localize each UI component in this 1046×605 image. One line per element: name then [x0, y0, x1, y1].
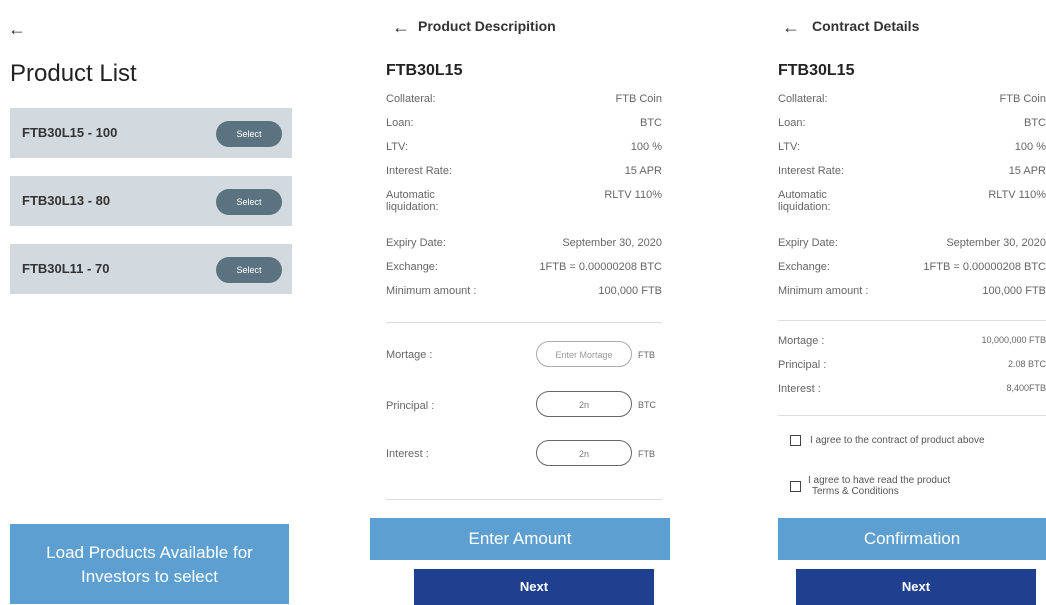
- detail-label: Minimum amount :: [778, 285, 869, 297]
- divider: [386, 322, 662, 323]
- agree-terms-line1: I agree to have read the product: [808, 475, 951, 486]
- detail-label: Collateral:: [386, 93, 436, 105]
- detail-label: Minimum amount :: [386, 285, 477, 297]
- summary-value: 8,400FTB: [1006, 383, 1046, 393]
- mortage-input[interactable]: Enter Mortage: [536, 341, 632, 367]
- product-description-screen: ← Product Descripition FTB30L15 Collater…: [370, 0, 670, 605]
- detail-label: Automatic liquidation:: [778, 189, 831, 213]
- product-row-ftb30l15: FTB30L15 - 100 Select: [10, 108, 292, 158]
- detail-label: Expiry Date:: [778, 237, 838, 249]
- detail-label: Loan:: [778, 117, 806, 129]
- summary-label: Mortage :: [778, 335, 825, 347]
- product-row-ftb30l11: FTB30L11 - 70 Select: [10, 244, 292, 294]
- product-code: FTB30L15: [386, 62, 463, 79]
- product-label: FTB30L11 - 70: [22, 261, 110, 276]
- select-button[interactable]: Select: [216, 121, 282, 147]
- detail-label: Exchange:: [778, 261, 830, 273]
- summary-label: Interest :: [778, 383, 821, 395]
- product-code: FTB30L15: [778, 62, 855, 79]
- detail-label: Interest Rate:: [778, 165, 845, 177]
- summary-value: 2.08 BTC: [1007, 359, 1046, 369]
- detail-value: 100,000 FTB: [982, 285, 1046, 297]
- detail-value: RLTV 110%: [604, 189, 662, 201]
- next-button[interactable]: Next: [796, 569, 1036, 605]
- detail-label: Interest Rate:: [386, 165, 453, 177]
- mortage-label: Mortage :: [386, 349, 433, 361]
- detail-value: 15 APR: [624, 165, 662, 177]
- agree-terms-label: I agree to have read the product Terms &…: [808, 475, 950, 497]
- divider: [778, 415, 1046, 416]
- detail-label: Loan:: [386, 117, 414, 129]
- select-button[interactable]: Select: [216, 257, 282, 283]
- agree-contract-checkbox[interactable]: [790, 435, 801, 446]
- principal-label: Principal :: [386, 400, 435, 412]
- back-arrow-icon[interactable]: ←: [8, 20, 26, 38]
- back-arrow-icon[interactable]: ←: [392, 18, 410, 36]
- summary-value: 10,000,000 FTB: [981, 335, 1046, 345]
- detail-value: FTB Coin: [615, 93, 662, 105]
- product-row-ftb30l13: FTB30L13 - 80 Select: [10, 176, 292, 226]
- detail-label: Collateral:: [778, 93, 828, 105]
- detail-value: 100,000 FTB: [598, 285, 662, 297]
- product-label: FTB30L15 - 100: [22, 125, 118, 140]
- detail-label: LTV:: [386, 141, 409, 153]
- detail-value: 100 %: [1014, 141, 1046, 153]
- screen-header-title: Contract Details: [812, 18, 920, 34]
- interest-input[interactable]: 2n: [536, 440, 632, 466]
- detail-value: 1FTB = 0.00000208 BTC: [539, 261, 662, 273]
- load-products-note: Load Products Available for Investors to…: [10, 524, 289, 604]
- principal-input[interactable]: 2n: [536, 391, 632, 417]
- interest-unit: FTB: [638, 449, 655, 459]
- back-arrow-icon[interactable]: ←: [782, 18, 800, 36]
- select-button[interactable]: Select: [216, 189, 282, 215]
- detail-label: Exchange:: [386, 261, 438, 273]
- page-title: Product List: [10, 60, 137, 87]
- agree-contract-label: I agree to the contract of product above: [810, 435, 985, 446]
- divider: [778, 320, 1046, 321]
- detail-value: 1FTB = 0.00000208 BTC: [923, 261, 1046, 273]
- detail-value: September 30, 2020: [946, 237, 1046, 249]
- next-button[interactable]: Next: [414, 569, 654, 605]
- detail-value: FTB Coin: [999, 93, 1046, 105]
- detail-value: September 30, 2020: [562, 237, 662, 249]
- detail-value: BTC: [640, 117, 662, 129]
- interest-label: Interest :: [386, 448, 429, 460]
- detail-value: 100 %: [630, 141, 662, 153]
- screen-header-title: Product Descripition: [418, 18, 556, 34]
- detail-value: 15 APR: [1008, 165, 1046, 177]
- product-list-screen: ← Product List FTB30L15 - 100 Select FTB…: [0, 0, 305, 605]
- detail-label: Automatic liquidation:: [386, 189, 439, 213]
- detail-label: LTV:: [778, 141, 801, 153]
- agree-terms-line2: Terms & Conditions: [812, 486, 899, 497]
- detail-value: BTC: [1024, 117, 1046, 129]
- agree-terms-checkbox[interactable]: [790, 481, 801, 492]
- detail-label: Expiry Date:: [386, 237, 446, 249]
- divider: [386, 499, 662, 500]
- product-label: FTB30L13 - 80: [22, 193, 111, 208]
- summary-label: Principal :: [778, 359, 827, 371]
- confirmation-note: Confirmation: [778, 518, 1046, 560]
- mortage-unit: FTB: [638, 350, 655, 360]
- enter-amount-note: Enter Amount: [370, 518, 670, 560]
- contract-details-screen: ← Contract Details FTB30L15 Collateral: …: [760, 0, 1046, 605]
- principal-unit: BTC: [638, 400, 656, 410]
- detail-value: RLTV 110%: [988, 189, 1046, 201]
